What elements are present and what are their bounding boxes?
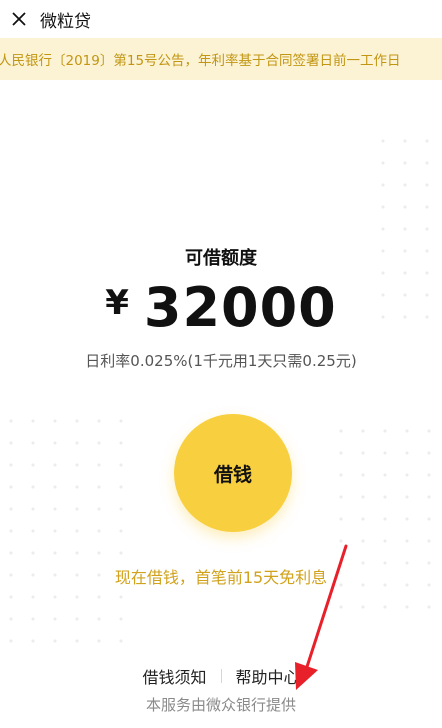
promo-text: 现在借钱，首笔前15天免利息 bbox=[114, 568, 328, 587]
quota-amount: ¥32000 bbox=[0, 276, 442, 339]
background-dots bbox=[330, 420, 442, 620]
help-center-link[interactable]: 帮助中心 bbox=[236, 664, 300, 688]
service-provider-text: 本服务由微众银行提供 bbox=[145, 696, 296, 714]
close-icon[interactable] bbox=[0, 0, 38, 38]
background-dots bbox=[0, 410, 140, 650]
link-divider bbox=[220, 669, 222, 683]
title-bar: 微粒贷 bbox=[0, 0, 442, 39]
borrow-button-label: 借钱 bbox=[213, 463, 252, 486]
borrow-button[interactable]: 借钱 bbox=[174, 414, 292, 532]
notice-text: 人民银行〔2019〕第15号公告，年利率基于合同签署日前一工作日 bbox=[0, 53, 401, 69]
borrow-notice-link[interactable]: 借钱须知 bbox=[142, 664, 206, 688]
footer-links: 借钱须知 帮助中心 bbox=[0, 664, 442, 688]
currency-symbol: ¥ bbox=[105, 283, 130, 323]
quota-label: 可借额度 bbox=[185, 248, 257, 269]
page-title: 微粒贷 bbox=[40, 11, 91, 32]
daily-rate-text: 日利率0.025%(1千元用1天只需0.25元) bbox=[85, 352, 357, 370]
notice-banner[interactable]: 人民银行〔2019〕第15号公告，年利率基于合同签署日前一工作日 bbox=[0, 38, 442, 80]
amount-value: 32000 bbox=[143, 276, 337, 339]
